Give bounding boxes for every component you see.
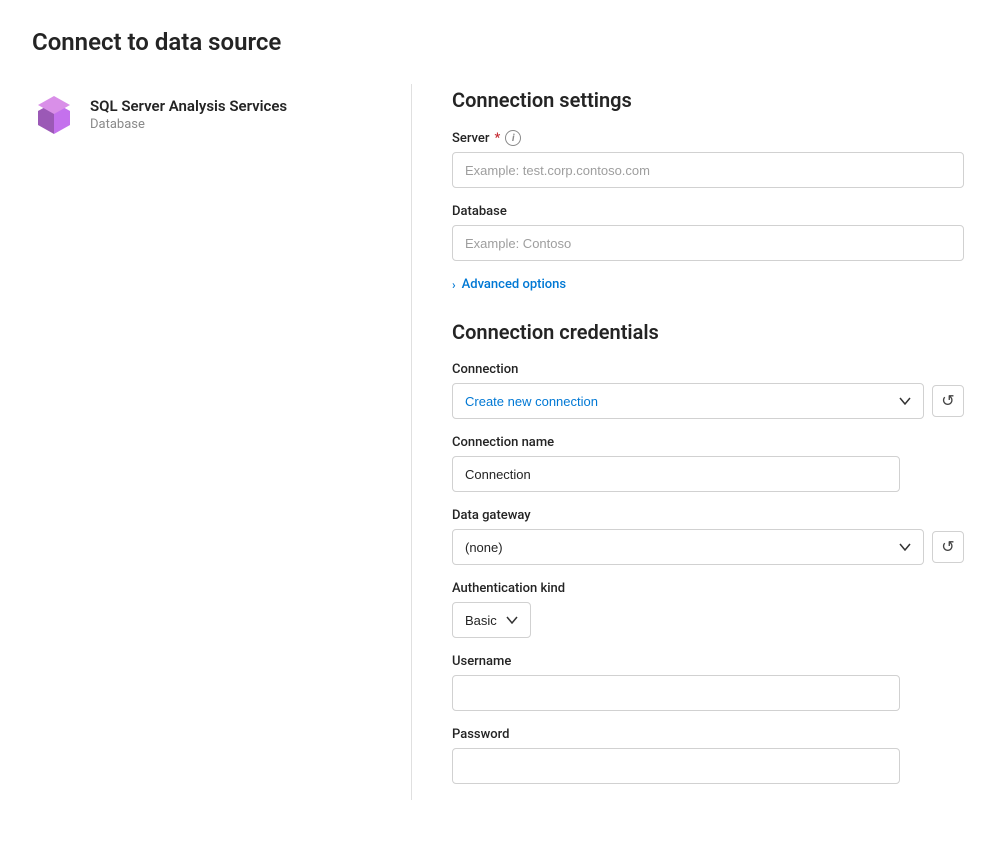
username-input[interactable]: [452, 675, 900, 711]
section-divider: Connection credentials: [452, 320, 964, 344]
data-gateway-select[interactable]: (none): [452, 529, 924, 565]
connection-select[interactable]: Create new connection: [452, 383, 924, 419]
server-info-icon[interactable]: i: [505, 130, 521, 146]
connection-refresh-button[interactable]: ↺: [932, 385, 964, 417]
data-gateway-refresh-button[interactable]: ↺: [932, 531, 964, 563]
auth-kind-field-group: Authentication kind Basic Windows OAuth: [452, 581, 964, 638]
connection-name-label: Connection name: [452, 435, 964, 450]
connection-field-group: Connection Create new connection ↺: [452, 362, 964, 419]
password-field-group: Password: [452, 727, 964, 784]
connection-name-field-group: Connection name: [452, 435, 964, 492]
data-gateway-refresh-icon: ↺: [941, 537, 954, 557]
page-container: Connect to data source SQL S: [0, 0, 996, 832]
right-panel: Connection settings Server * i Database: [412, 84, 964, 800]
advanced-options-chevron: ›: [452, 278, 456, 292]
datasource-text: SQL Server Analysis Services Database: [90, 97, 287, 132]
username-field-group: Username: [452, 654, 964, 711]
server-field-group: Server * i: [452, 130, 964, 188]
server-required-star: *: [494, 131, 500, 146]
database-field-group: Database: [452, 204, 964, 261]
left-panel: SQL Server Analysis Services Database: [32, 84, 412, 800]
server-label: Server * i: [452, 130, 964, 146]
database-label: Database: [452, 204, 964, 219]
data-gateway-field-group: Data gateway (none) ↺: [452, 508, 964, 565]
auth-kind-label: Authentication kind: [452, 581, 964, 596]
password-input[interactable]: [452, 748, 900, 784]
connection-dropdown-wrapper: Create new connection ↺: [452, 383, 964, 419]
content-area: SQL Server Analysis Services Database Co…: [32, 84, 964, 800]
auth-kind-select[interactable]: Basic Windows OAuth: [452, 602, 531, 638]
connection-settings-title: Connection settings: [452, 88, 964, 112]
datasource-info: SQL Server Analysis Services Database: [32, 92, 379, 136]
page-title: Connect to data source: [32, 28, 964, 56]
connection-label: Connection: [452, 362, 964, 377]
password-label: Password: [452, 727, 964, 742]
datasource-name: SQL Server Analysis Services: [90, 97, 287, 115]
datasource-type: Database: [90, 117, 287, 132]
connection-refresh-icon: ↺: [941, 391, 954, 411]
data-gateway-label: Data gateway: [452, 508, 964, 523]
connection-credentials-title: Connection credentials: [452, 320, 964, 344]
advanced-options-label: Advanced options: [462, 277, 566, 292]
data-gateway-dropdown-wrapper: (none) ↺: [452, 529, 964, 565]
advanced-options-toggle[interactable]: › Advanced options: [452, 277, 964, 292]
connection-name-input[interactable]: [452, 456, 900, 492]
database-input[interactable]: [452, 225, 964, 261]
username-label: Username: [452, 654, 964, 669]
server-input[interactable]: [452, 152, 964, 188]
cube-icon: [32, 92, 76, 136]
